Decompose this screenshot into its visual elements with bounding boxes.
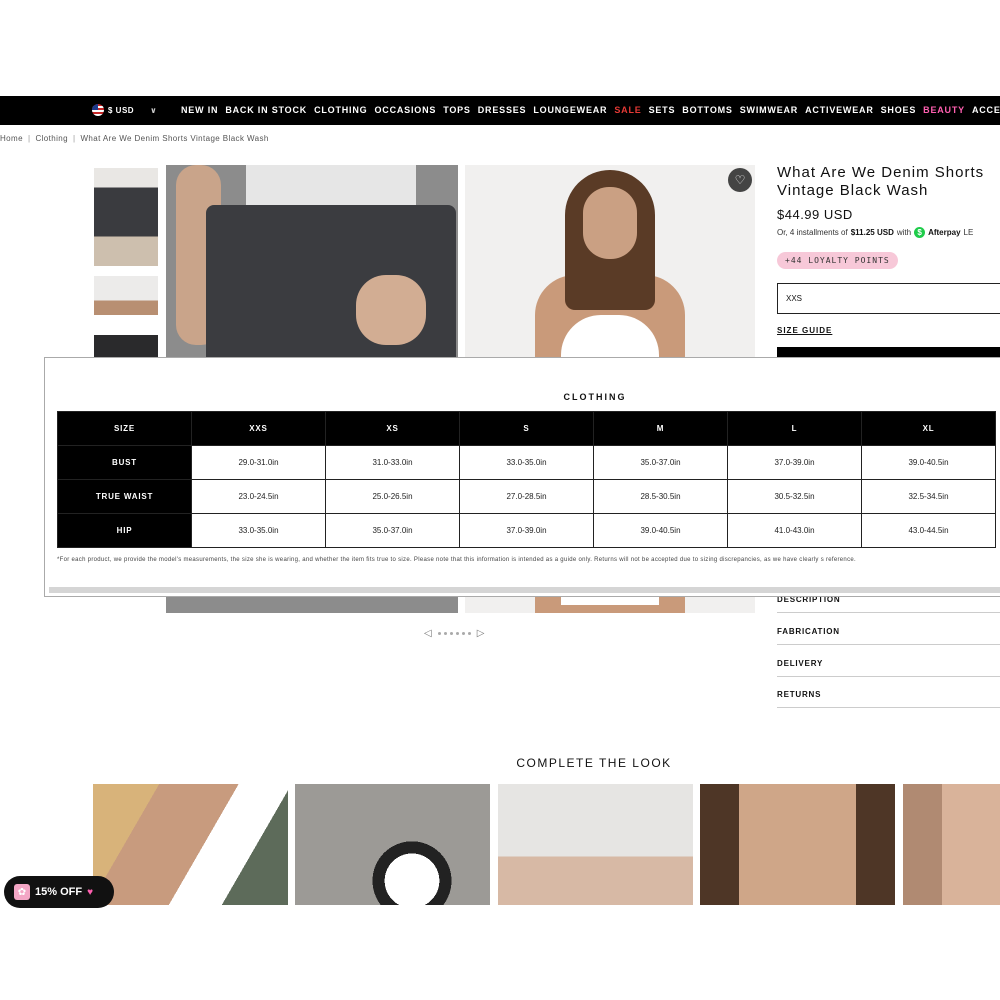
afterpay-logo-icon: $ xyxy=(914,227,926,238)
table-cell: 29.0-31.0in xyxy=(191,445,326,480)
row-label: TRUE WAIST xyxy=(57,479,192,514)
discount-popup-button[interactable]: ✿ 15% OFF ♥ xyxy=(4,876,114,908)
nav-occasions[interactable]: OCCASIONS xyxy=(374,105,436,115)
table-header: SIZE xyxy=(57,411,192,446)
table-cell: 37.0-39.0in xyxy=(459,513,594,548)
currency-label: $ USD xyxy=(108,105,135,115)
nav-bottoms[interactable]: BOTTOMS xyxy=(682,105,732,115)
afterpay-amount: $11.25 USD xyxy=(850,228,894,237)
size-guide-link[interactable]: SIZE GUIDE xyxy=(777,326,832,335)
afterpay-learn-more[interactable]: LE xyxy=(964,228,974,237)
nav-beauty[interactable]: BEAUTY xyxy=(923,105,965,115)
look-product-image[interactable] xyxy=(93,784,288,905)
table-header-row: SIZE XXS XS S M L XL xyxy=(57,411,996,446)
table-header: XL xyxy=(861,411,996,446)
look-product-image[interactable] xyxy=(498,784,693,905)
currency-selector[interactable]: $ USD ∨ xyxy=(92,104,157,116)
table-cell: 25.0-26.5in xyxy=(325,479,460,514)
nav-back-in-stock[interactable]: BACK IN STOCK xyxy=(225,105,307,115)
loyalty-badge: +44 LOYALTY POINTS xyxy=(777,252,898,269)
table-cell: 37.0-39.0in xyxy=(727,445,862,480)
nav-loungewear[interactable]: LOUNGEWEAR xyxy=(533,105,607,115)
breadcrumb-separator: | xyxy=(27,134,31,143)
breadcrumb-separator: | xyxy=(73,134,76,143)
horizontal-scrollbar[interactable] xyxy=(49,587,1000,593)
nav-new-in[interactable]: NEW IN xyxy=(181,105,218,115)
size-chart-footnote: *For each product, we provide the model'… xyxy=(57,557,856,563)
table-header: S xyxy=(459,411,594,446)
look-product-image[interactable] xyxy=(903,784,1000,905)
afterpay-brand: Afterpay xyxy=(928,228,961,237)
table-cell: 35.0-37.0in xyxy=(593,445,728,480)
product-price: $44.99 USD xyxy=(777,207,853,222)
table-cell: 23.0-24.5in xyxy=(191,479,326,514)
size-chart-table: SIZE XXS XS S M L XL BUST 29.0-31.0in 31… xyxy=(57,411,996,548)
table-cell: 27.0-28.5in xyxy=(459,479,594,514)
main-menu: NEW IN BACK IN STOCK CLOTHING OCCASIONS … xyxy=(181,105,1000,115)
table-row: TRUE WAIST 23.0-24.5in 25.0-26.5in 27.0-… xyxy=(57,479,996,514)
table-cell: 41.0-43.0in xyxy=(727,513,862,548)
accordion-returns[interactable]: RETURNS xyxy=(777,690,1000,708)
nav-shoes[interactable]: SHOES xyxy=(881,105,917,115)
nav-activewear[interactable]: ACTIVEWEAR xyxy=(805,105,874,115)
look-product-image[interactable] xyxy=(295,784,490,905)
breadcrumb-clothing[interactable]: Clothing xyxy=(35,134,68,143)
look-product-image[interactable] xyxy=(700,784,895,905)
breadcrumb: Home | Clothing | What Are We Denim Shor… xyxy=(0,134,269,143)
table-header: XXS xyxy=(191,411,326,446)
nav-tops[interactable]: TOPS xyxy=(443,105,471,115)
table-header: XS xyxy=(325,411,460,446)
promo-label: 15% OFF xyxy=(35,886,83,898)
product-thumbnail[interactable] xyxy=(94,168,158,266)
table-cell: 33.0-35.0in xyxy=(459,445,594,480)
nav-clothing[interactable]: CLOTHING xyxy=(314,105,367,115)
table-cell: 28.5-30.5in xyxy=(593,479,728,514)
heart-icon: ♥ xyxy=(87,886,94,898)
row-label: BUST xyxy=(57,445,192,480)
table-cell: 30.5-32.5in xyxy=(727,479,862,514)
carousel-next-icon[interactable]: ▷ xyxy=(477,628,485,639)
nav-sale[interactable]: SALE xyxy=(614,105,641,115)
afterpay-with: with xyxy=(896,228,912,237)
row-label: HIP xyxy=(57,513,192,548)
carousel-prev-icon[interactable]: ◁ xyxy=(424,628,432,639)
size-guide-modal: CLOTHING SIZE XXS XS S M L XL BUST 29.0-… xyxy=(44,357,1000,597)
accordion-description[interactable]: DESCRIPTION xyxy=(777,595,1000,613)
carousel-dots xyxy=(437,632,471,635)
nav-dresses[interactable]: DRESSES xyxy=(478,105,527,115)
heart-icon[interactable]: ♡ xyxy=(728,168,752,192)
afterpay-info: Or, 4 installments of $11.25 USD with $ … xyxy=(777,227,973,238)
product-title: What Are We Denim Shorts Vintage Black W… xyxy=(777,164,985,199)
table-header: M xyxy=(593,411,728,446)
image-carousel-controls: ◁ ▷ xyxy=(424,628,484,639)
table-cell: 39.0-40.5in xyxy=(593,513,728,548)
table-cell: 35.0-37.0in xyxy=(325,513,460,548)
nav-sets[interactable]: SETS xyxy=(649,105,676,115)
accordion-delivery[interactable]: DELIVERY xyxy=(777,659,1000,677)
table-row: BUST 29.0-31.0in 31.0-33.0in 33.0-35.0in… xyxy=(57,445,996,480)
table-cell: 31.0-33.0in xyxy=(325,445,460,480)
table-cell: 43.0-44.5in xyxy=(861,513,996,548)
table-cell: 39.0-40.5in xyxy=(861,445,996,480)
nav-accessories[interactable]: ACCESSO xyxy=(972,105,1000,115)
complete-the-look-title: COMPLETE THE LOOK xyxy=(516,756,672,770)
us-flag-icon xyxy=(92,104,104,116)
breadcrumb-home[interactable]: Home xyxy=(0,134,23,143)
table-header: L xyxy=(727,411,862,446)
chevron-down-icon: ∨ xyxy=(150,105,158,115)
table-cell: 32.5-34.5in xyxy=(861,479,996,514)
nav-swimwear[interactable]: SWIMWEAR xyxy=(740,105,798,115)
accordion-fabrication[interactable]: FABRICATION xyxy=(777,627,1000,645)
breadcrumb-current: What Are We Denim Shorts Vintage Black W… xyxy=(80,134,269,143)
table-cell: 33.0-35.0in xyxy=(191,513,326,548)
size-chart-title: CLOTHING xyxy=(563,392,627,402)
table-row: HIP 33.0-35.0in 35.0-37.0in 37.0-39.0in … xyxy=(57,513,996,548)
gift-icon: ✿ xyxy=(14,884,30,900)
size-select[interactable]: XXS xyxy=(777,283,1000,314)
afterpay-prefix: Or, 4 installments of xyxy=(777,228,848,237)
top-nav: $ USD ∨ NEW IN BACK IN STOCK CLOTHING OC… xyxy=(0,96,1000,125)
